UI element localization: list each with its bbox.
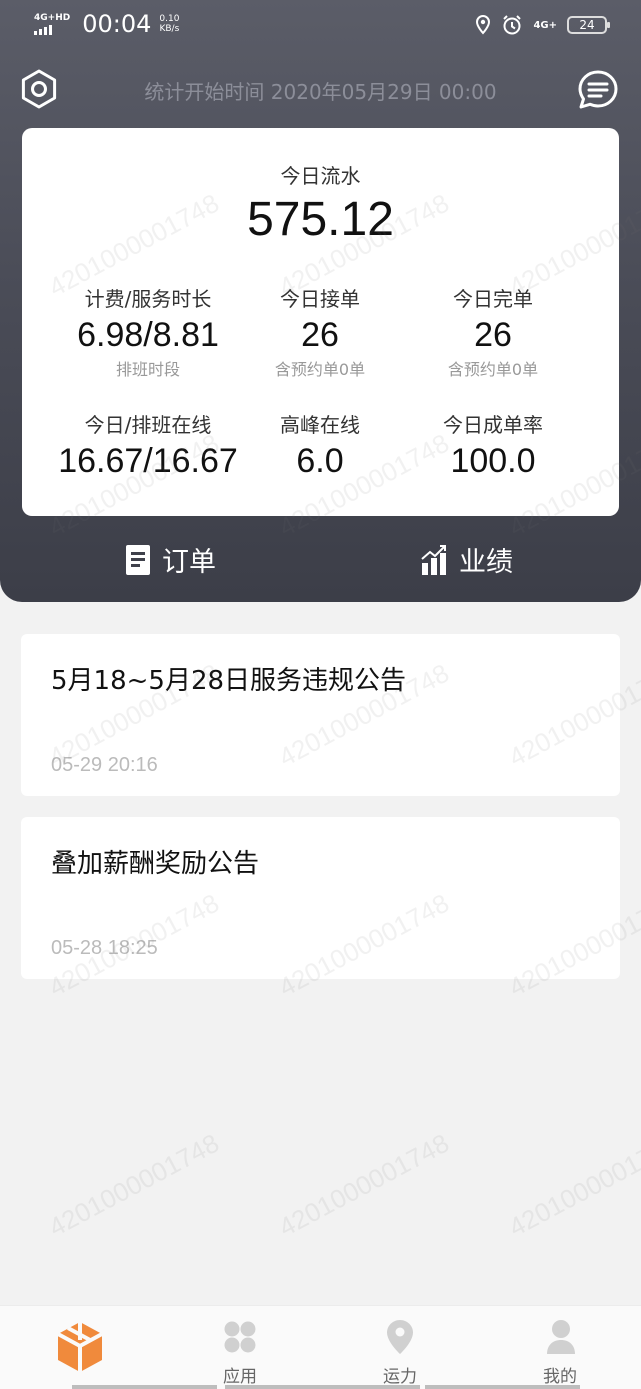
user-profile-icon (547, 1320, 575, 1354)
nav-indicator (225, 1385, 420, 1389)
nav-capacity[interactable]: 运力 (320, 1306, 480, 1389)
tab-performance-label: 业绩 (459, 547, 513, 578)
stat-value: 6.0 (296, 442, 344, 480)
nav-mine[interactable]: 我的 (480, 1306, 640, 1389)
speed-value: 0.10 (159, 14, 180, 24)
summary-card: 今日流水 575.12 计费/服务时长 6.98/8.81 排班时段 今日接单 … (22, 128, 619, 516)
watermark: 4201000001748 (503, 1127, 641, 1243)
watermark: 4201000001748 (43, 1127, 224, 1243)
stat-orders-completed: 今日完单 26 含预约单0单 (393, 283, 593, 380)
stat-value: 100.0 (450, 442, 536, 480)
flow-value: 575.12 (247, 193, 394, 246)
network-type-2: 4G+ (533, 19, 557, 31)
stat-label: 今日完单 (453, 287, 533, 311)
home-cube-icon (57, 1322, 103, 1372)
nav-mine-label: 我的 (543, 1367, 577, 1387)
stat-label: 今日接单 (280, 287, 360, 311)
notice-title: 5月18~5月28日服务违规公告 (51, 666, 407, 696)
signal-indicator: 4G+HD (34, 12, 71, 35)
tab-performance[interactable]: 业绩 (421, 540, 513, 579)
stat-label: 今日成单率 (443, 413, 543, 437)
stat-online-time: 今日/排班在线 16.67/16.67 (48, 409, 248, 480)
notice-time: 05-28 18:25 (51, 937, 158, 959)
bottom-nav: 应用 运力 我的 (0, 1305, 641, 1389)
signal-bars-icon (34, 24, 70, 35)
nav-capacity-label: 运力 (383, 1367, 417, 1387)
status-bar: 4G+HD 00:04 0.10 KB/s 4G+ 24 (0, 0, 641, 52)
flow-label: 今日流水 (280, 164, 361, 188)
notice-card[interactable]: 5月18~5月28日服务违规公告 05-29 20:16 (21, 634, 620, 796)
location-icon (476, 15, 491, 35)
stat-peak-online: 高峰在线 6.0 (220, 409, 420, 480)
notice-time: 05-29 20:16 (51, 754, 158, 776)
notice-card[interactable]: 叠加薪酬奖励公告 05-28 18:25 (21, 817, 620, 979)
header-tabs: 订单 业绩 (0, 530, 641, 590)
battery-level: 24 (579, 18, 595, 32)
network-speed: 0.10 KB/s (159, 14, 179, 34)
stat-sub: 含预约单0单 (274, 360, 366, 379)
battery-icon: 24 (567, 16, 610, 34)
stat-value: 6.98/8.81 (77, 316, 219, 354)
network-type: 4G+HD (34, 12, 71, 23)
tab-orders[interactable]: 订单 (126, 540, 216, 579)
nav-apps-label: 应用 (223, 1367, 257, 1387)
stats-start-time: 统计开始时间 2020年05月29日 00:00 (144, 80, 497, 104)
bar-chart-icon (421, 544, 446, 575)
header-panel: 4G+HD 00:04 0.10 KB/s 4G+ 24 统计开始时间 2020… (0, 0, 641, 602)
nav-apps[interactable]: 应用 (160, 1306, 320, 1389)
speed-unit: KB/s (159, 24, 180, 34)
stat-billing-duration: 计费/服务时长 6.98/8.81 排班时段 (48, 283, 248, 380)
stat-completion-rate: 今日成单率 100.0 (393, 409, 593, 480)
stat-label: 计费/服务时长 (84, 287, 212, 311)
stat-sub: 含预约单0单 (447, 360, 539, 379)
stat-sub: 排班时段 (115, 360, 180, 379)
stat-value: 26 (474, 316, 512, 354)
message-icon[interactable] (576, 68, 620, 112)
nav-home[interactable] (0, 1306, 160, 1389)
stat-value: 26 (301, 316, 339, 354)
nav-indicator (425, 1385, 580, 1389)
stat-label: 高峰在线 (280, 413, 360, 437)
document-icon (126, 544, 150, 575)
nav-indicator (72, 1385, 217, 1389)
apps-clover-icon (224, 1321, 256, 1353)
stat-label: 今日/排班在线 (84, 413, 212, 437)
alarm-icon (503, 15, 522, 35)
stat-orders-accepted: 今日接单 26 含预约单0单 (220, 283, 420, 380)
clock-time: 00:04 (82, 10, 152, 38)
location-pin-icon (387, 1320, 413, 1354)
watermark: 4201000001748 (273, 1127, 454, 1243)
notice-title: 叠加薪酬奖励公告 (51, 849, 260, 879)
tab-orders-label: 订单 (162, 547, 216, 578)
stat-value: 16.67/16.67 (58, 442, 238, 480)
